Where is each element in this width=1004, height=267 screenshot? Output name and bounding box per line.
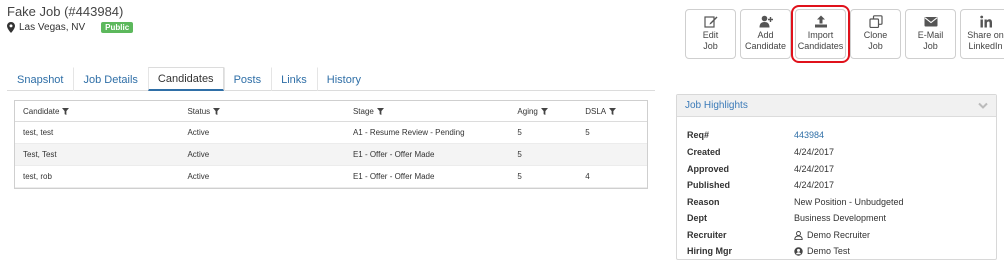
chevron-down-icon[interactable] — [978, 102, 988, 110]
column-header-stage[interactable]: Stage — [345, 101, 509, 121]
cell-candidate[interactable]: test, test — [15, 122, 179, 143]
column-header-aging[interactable]: Aging — [509, 101, 577, 121]
highlight-row-approved: Approved 4/24/2017 — [687, 164, 834, 174]
filter-icon[interactable] — [213, 107, 221, 115]
tab-history[interactable]: History — [316, 67, 371, 91]
edit-job-label: Edit Job — [702, 30, 719, 51]
table-row[interactable]: test, rob Active E1 - Offer - Offer Made… — [15, 166, 647, 188]
highlight-row-hiring-mgr: Hiring Mgr Demo Test — [687, 246, 850, 256]
edit-job-button[interactable]: Edit Job — [685, 9, 736, 59]
column-label: Candidate — [23, 106, 60, 116]
filter-icon[interactable] — [62, 107, 70, 115]
hiring-mgr-name: Demo Test — [807, 246, 850, 256]
table-row[interactable]: test, test Active A1 - Resume Review - P… — [15, 122, 647, 144]
add-candidate-button[interactable]: Add Candidate — [740, 9, 791, 59]
column-label: Aging — [517, 106, 538, 116]
highlight-value: 4/24/2017 — [794, 180, 835, 190]
highlight-label: Created — [687, 147, 721, 157]
add-user-icon — [759, 15, 773, 28]
job-location-row: Las Vegas, NV Public — [7, 22, 134, 33]
candidates-table: Candidate Status Stage Aging DSLA test, … — [14, 100, 648, 189]
column-label: Status — [187, 106, 211, 116]
filter-icon[interactable] — [540, 107, 548, 115]
cell-status: Active — [187, 172, 210, 181]
req-number-link[interactable]: 443984 — [794, 130, 824, 140]
tab-candidates[interactable]: Candidates — [147, 67, 224, 91]
cell-dsla: 5 — [585, 128, 590, 137]
highlight-row-published: Published 4/24/2017 — [687, 180, 834, 190]
clone-job-button[interactable]: Clone Job — [850, 9, 901, 59]
cell-stage: E1 - Offer - Offer Made — [352, 172, 435, 181]
highlight-row-req: Req# 443984 — [687, 130, 824, 140]
cell-aging: 5 — [517, 150, 522, 159]
column-header-status[interactable]: Status — [179, 101, 344, 121]
filter-icon[interactable] — [609, 107, 617, 115]
table-row[interactable]: Test, Test Active E1 - Offer - Offer Mad… — [15, 144, 647, 166]
email-job-button[interactable]: E-Mail Job — [905, 9, 956, 59]
visibility-badge: Public — [101, 22, 134, 33]
tab-posts[interactable]: Posts — [223, 67, 272, 91]
column-label: DSLA — [585, 106, 607, 116]
cell-candidate[interactable]: test, rob — [15, 166, 179, 187]
highlight-row-reason: Reason New Position - Unbudgeted — [687, 197, 904, 207]
share-linkedin-button[interactable]: Share on LinkedIn — [960, 9, 1004, 59]
cell-aging: 5 — [517, 128, 522, 137]
share-linkedin-label: Share on LinkedIn — [967, 30, 1004, 51]
highlight-label: Hiring Mgr — [687, 246, 732, 256]
cell-aging: 5 — [517, 172, 522, 181]
column-header-dsla[interactable]: DSLA — [577, 101, 647, 121]
cell-candidate[interactable]: Test, Test — [15, 144, 179, 165]
import-candidates-button[interactable]: Import Candidates — [791, 5, 850, 63]
tab-snapshot[interactable]: Snapshot — [7, 67, 73, 91]
panel-header[interactable]: Job Highlights — [677, 95, 996, 117]
job-title: Fake Job (#443984) — [7, 4, 124, 19]
cell-status: Active — [187, 128, 210, 137]
recruiter-value[interactable]: Demo Recruiter — [794, 230, 870, 240]
tab-links[interactable]: Links — [271, 67, 317, 91]
cell-status: Active — [187, 150, 210, 159]
import-candidates-label: Import Candidates — [797, 30, 844, 51]
envelope-icon — [924, 17, 937, 27]
cell-dsla: 4 — [585, 172, 590, 181]
job-actions-toolbar: Edit Job Add Candidate Import Candidates… — [685, 5, 1004, 63]
user-circle-icon — [794, 246, 803, 256]
highlight-label: Published — [687, 180, 731, 190]
filter-icon[interactable] — [376, 107, 384, 115]
highlight-label: Dept — [687, 213, 707, 223]
job-tabs: Snapshot Job Details Candidates Posts Li… — [7, 67, 655, 91]
clone-icon — [868, 15, 883, 28]
highlight-value: Business Development — [794, 213, 887, 223]
column-header-candidate[interactable]: Candidate — [15, 101, 179, 121]
highlight-value: 4/24/2017 — [794, 147, 835, 157]
highlight-label: Approved — [687, 164, 730, 174]
hiring-mgr-value[interactable]: Demo Test — [794, 246, 850, 256]
panel-title: Job Highlights — [685, 100, 748, 111]
highlight-row-created: Created 4/24/2017 — [687, 147, 834, 157]
highlight-label: Reason — [687, 197, 720, 207]
user-outline-icon — [794, 230, 803, 240]
cell-stage: E1 - Offer - Offer Made — [352, 150, 435, 159]
highlight-label: Req# — [687, 130, 710, 140]
highlight-label: Recruiter — [687, 230, 727, 240]
add-candidate-label: Add Candidate — [744, 30, 787, 51]
highlight-value: 4/24/2017 — [794, 164, 835, 174]
tab-job-details[interactable]: Job Details — [73, 67, 147, 91]
edit-icon — [703, 16, 717, 28]
highlight-value: New Position - Unbudgeted — [794, 197, 904, 207]
map-pin-icon — [7, 22, 15, 33]
highlight-row-recruiter: Recruiter Demo Recruiter — [687, 230, 870, 240]
cell-dsla — [577, 144, 647, 165]
email-job-label: E-Mail Job — [917, 30, 944, 51]
recruiter-name: Demo Recruiter — [807, 230, 871, 240]
clone-job-label: Clone Job — [863, 30, 888, 51]
highlight-row-dept: Dept Business Development — [687, 213, 886, 223]
linkedin-icon — [979, 15, 992, 28]
table-header: Candidate Status Stage Aging DSLA — [15, 101, 647, 122]
upload-icon — [814, 15, 827, 28]
column-label: Stage — [352, 106, 374, 116]
job-location: Las Vegas, NV — [19, 22, 86, 33]
job-highlights-panel: Job Highlights Req# 443984 Created 4/24/20… — [676, 94, 997, 260]
cell-stage: A1 - Resume Review - Pending — [352, 128, 465, 137]
